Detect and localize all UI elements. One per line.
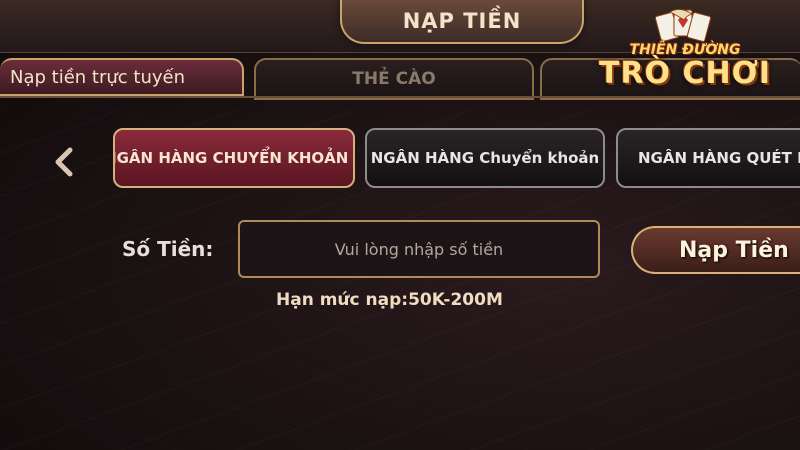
chevron-left-icon bbox=[55, 147, 73, 177]
bank-option-transfer[interactable]: NGÂN HÀNG Chuyển khoản bbox=[365, 128, 605, 188]
logo-wordmark: TRÒ CHƠI bbox=[598, 56, 771, 91]
deposit-limit-text: Hạn mức nạp:50K-200M bbox=[276, 290, 503, 310]
bank-option-label: NGÂN HÀNG QUÉT M bbox=[638, 149, 800, 167]
bank-option-transfer-6[interactable]: NGÂN HÀNG CHUYỂN KHOẢN 6 bbox=[113, 128, 355, 188]
bank-option-label: NGÂN HÀNG CHUYỂN KHOẢN 6 bbox=[113, 149, 355, 167]
tab-online-deposit-label: Nạp tiền trực tuyến bbox=[10, 66, 185, 88]
playing-cards-icon bbox=[654, 9, 712, 42]
tab-scratch-card[interactable]: THẺ CÀO bbox=[254, 58, 534, 100]
title-plate: NẠP TIỀN bbox=[340, 0, 584, 44]
back-arrow-button[interactable] bbox=[50, 146, 78, 178]
deposit-button[interactable]: Nạp Tiền bbox=[631, 226, 800, 274]
amount-label: Số Tiền: bbox=[122, 237, 214, 261]
tab-scratch-card-label: THẺ CÀO bbox=[352, 69, 436, 89]
page-title: NẠP TIỀN bbox=[402, 9, 522, 33]
tab-online-deposit[interactable]: Nạp tiền trực tuyến bbox=[0, 58, 244, 96]
bank-option-qr[interactable]: NGÂN HÀNG QUÉT M bbox=[616, 128, 800, 188]
brand-logo: THIÊN ĐƯỜNG TRÒ CHƠI bbox=[596, 4, 776, 102]
bank-option-label: NGÂN HÀNG Chuyển khoản bbox=[370, 149, 600, 167]
amount-input[interactable] bbox=[238, 220, 600, 278]
